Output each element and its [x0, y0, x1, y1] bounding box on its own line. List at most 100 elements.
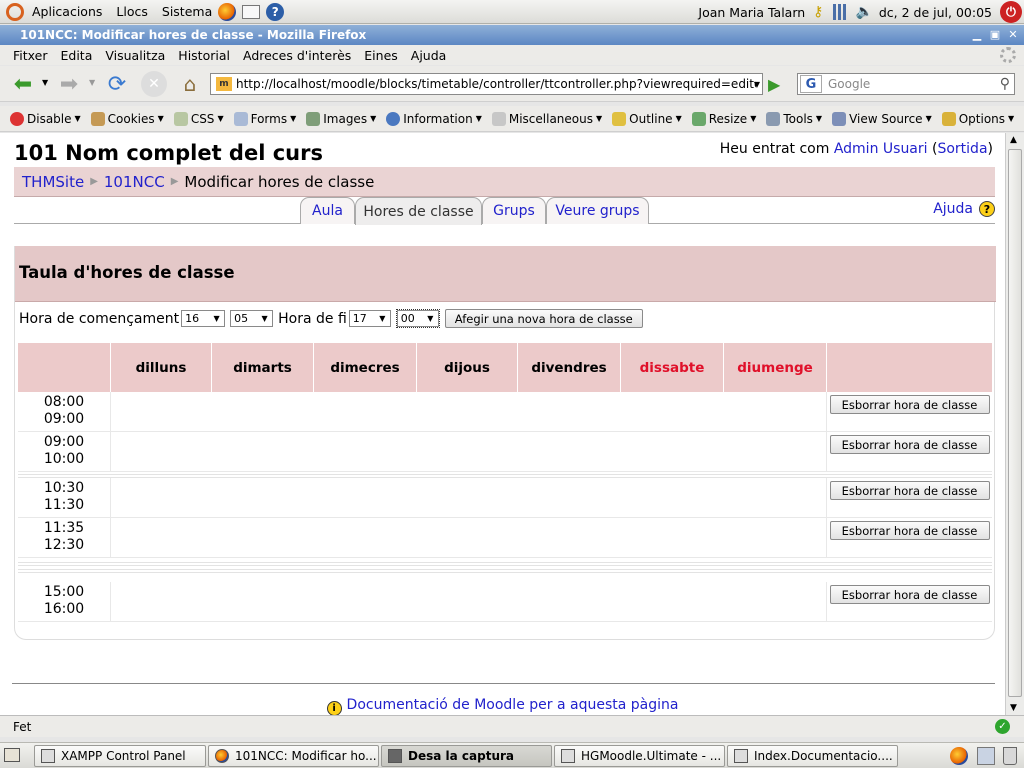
back-history-dropdown-icon[interactable]: ▼ [42, 78, 48, 87]
taskbar-item[interactable]: HGMoodle.Ultimate - ... [554, 745, 725, 767]
breadcrumb-site[interactable]: THMSite [22, 173, 84, 191]
browser-menubar: Fitxer Edita Visualitza Historial Adrece… [0, 45, 1024, 65]
url-dropdown-icon[interactable]: ▼ [754, 80, 760, 89]
taskbar-item-active[interactable]: Desa la captura [381, 745, 552, 767]
end-time: 09:00 [43, 411, 85, 427]
menu-history[interactable]: Historial [178, 48, 230, 63]
search-bar[interactable]: G Google ⚲ [797, 73, 1015, 95]
delete-hour-button[interactable]: Esborrar hora de classe [829, 585, 990, 604]
devbar-label: Images [323, 111, 368, 126]
menu-bookmarks[interactable]: Adreces d'interès [243, 48, 351, 63]
delete-hour-button[interactable]: Esborrar hora de classe [829, 521, 990, 540]
keys-icon[interactable]: ⚷ [813, 4, 823, 20]
start-minute-select[interactable]: 05 ▼ [230, 310, 274, 327]
start-hour-select[interactable]: 16 ▼ [181, 310, 226, 327]
scroll-down-arrow-icon[interactable]: ▼ [1010, 703, 1017, 713]
add-hour-button[interactable]: Afegir una nova hora de classe [444, 309, 643, 328]
devbar-cookies[interactable]: Cookies ▼ [90, 111, 164, 126]
vertical-scrollbar[interactable]: ▲ ▼ [1005, 133, 1024, 715]
delete-hour-button[interactable]: Esborrar hora de classe [829, 435, 990, 454]
panel-menu-system[interactable]: Sistema [162, 4, 212, 19]
devbar-images[interactable]: Images ▼ [306, 111, 376, 126]
panel-clock[interactable]: dc, 2 de jul, 00:05 [879, 5, 992, 20]
devbar-outline[interactable]: Outline ▼ [612, 111, 682, 126]
help-label[interactable]: Ajuda [933, 201, 973, 217]
tab-veure-grups[interactable]: Veure grups [546, 197, 649, 224]
tab-aula[interactable]: Aula [300, 197, 355, 224]
ubuntu-logo-icon[interactable] [6, 2, 24, 21]
volume-icon[interactable]: 🔈 [855, 4, 872, 20]
help-question-icon[interactable]: ? [979, 201, 995, 217]
devbar-tools[interactable]: Tools ▼ [766, 111, 822, 126]
logout-link[interactable]: Sortida [937, 141, 987, 157]
power-icon[interactable]: ⏻ [1000, 1, 1022, 23]
devbar-resize[interactable]: Resize ▼ [691, 111, 756, 126]
firefox-tray-icon[interactable] [950, 747, 968, 765]
devbar-view-source[interactable]: View Source ▼ [832, 111, 932, 126]
trash-icon[interactable] [1003, 747, 1017, 765]
devbar-css[interactable]: CSS ▼ [173, 111, 224, 126]
home-icon[interactable]: ⌂ [177, 71, 203, 97]
forward-arrow-icon[interactable]: ➡ [56, 71, 82, 97]
search-magnifier-icon[interactable]: ⚲ [1000, 76, 1010, 92]
devbar-miscellaneous[interactable]: Miscellaneous ▼ [491, 111, 602, 126]
devbar-information[interactable]: Information ▼ [386, 111, 482, 126]
window-title: 101NCC: Modificar hores de classe - Mozi… [20, 28, 367, 42]
devbar-disable[interactable]: Disable ▼ [10, 111, 81, 126]
menu-help[interactable]: Ajuda [411, 48, 447, 63]
scroll-thumb[interactable] [1008, 149, 1022, 697]
workspace-switcher[interactable] [977, 747, 995, 765]
panel-menu-applications[interactable]: Aplicacions [32, 4, 102, 19]
menu-edit[interactable]: Edita [61, 48, 93, 63]
tab-grups[interactable]: Grups [482, 197, 546, 224]
back-arrow-icon[interactable]: ⬅ [10, 71, 36, 97]
menu-file[interactable]: Fitxer [13, 48, 48, 63]
signal-icon[interactable] [833, 4, 850, 20]
devbar-forms[interactable]: Forms ▼ [233, 111, 296, 126]
end-time: 10:00 [43, 451, 85, 467]
search-input[interactable]: Google [828, 77, 870, 91]
images-icon [306, 111, 321, 126]
tools-wrench-icon [766, 111, 781, 126]
info-icon: i [326, 701, 342, 715]
help-link[interactable]: Ajuda ? [933, 201, 995, 217]
firefox-launcher-icon[interactable] [218, 2, 237, 21]
go-arrow-icon[interactable]: ▶ [768, 75, 780, 94]
delete-hour-button[interactable]: Esborrar hora de classe [829, 481, 990, 500]
google-engine-icon[interactable]: G [800, 75, 822, 93]
tab-hores-de-classe[interactable]: Hores de classe [355, 197, 482, 225]
taskbar-item[interactable]: 101NCC: Modificar ho... [208, 745, 379, 767]
disable-icon [10, 111, 24, 126]
end-minute-select[interactable]: 00 ▼ [395, 309, 440, 328]
close-window-icon[interactable]: ✕ [1006, 27, 1020, 41]
moodle-docs-link[interactable]: Documentació de Moodle per a aquesta pàg… [347, 697, 679, 713]
taskbar-item[interactable]: XAMPP Control Panel [34, 745, 206, 767]
devbar-options[interactable]: Options ▼ [941, 111, 1014, 126]
taskbar-item[interactable]: Index.Documentacio.... [727, 745, 898, 767]
status-text: Fet [13, 719, 32, 734]
end-hour-select[interactable]: 17 ▼ [348, 310, 391, 327]
mail-icon[interactable] [242, 4, 261, 19]
url-bar[interactable]: m http://localhost/moodle/blocks/timetab… [210, 73, 763, 95]
break-gap [18, 562, 992, 566]
menu-view[interactable]: Visualitza [105, 48, 165, 63]
devbar-label: Options [958, 111, 1006, 126]
forward-history-dropdown-icon[interactable]: ▼ [89, 78, 95, 87]
breadcrumb-course[interactable]: 101NCC [104, 173, 165, 191]
scroll-up-arrow-icon[interactable]: ▲ [1010, 135, 1017, 145]
stop-icon[interactable]: ✕ [141, 71, 167, 97]
help-icon[interactable]: ? [266, 2, 285, 21]
time-cell: 08:00 09:00 [18, 392, 111, 431]
timetable-box: Taula d'hores de classe Hora de començam… [14, 246, 996, 640]
menu-tools[interactable]: Eines [364, 48, 398, 63]
minimize-icon[interactable]: ▁ [970, 27, 984, 41]
panel-menu-places[interactable]: Llocs [116, 4, 147, 19]
window-title-bar[interactable]: 101NCC: Modificar hores de classe - Mozi… [0, 25, 1024, 45]
reload-icon[interactable]: ⟳ [104, 71, 130, 97]
user-profile-link[interactable]: Admin Usuari [834, 141, 928, 157]
maximize-icon[interactable]: ▣ [988, 27, 1002, 41]
show-desktop-icon[interactable] [4, 748, 20, 762]
panel-user-name[interactable]: Joan Maria Talarn [698, 5, 805, 20]
delete-hour-button[interactable]: Esborrar hora de classe [829, 395, 990, 414]
url-text[interactable]: http://localhost/moodle/blocks/timetable… [236, 77, 756, 91]
